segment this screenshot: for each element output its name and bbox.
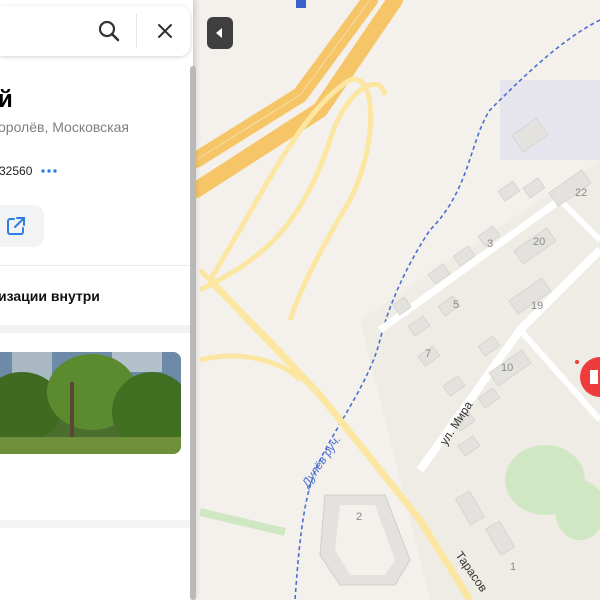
house-number: 10: [501, 362, 513, 374]
more-dots-icon: [41, 169, 57, 173]
search-icon: [98, 20, 120, 42]
search-button[interactable]: [94, 16, 124, 46]
panel-scrollbar[interactable]: [190, 66, 196, 600]
organizations-inside-link[interactable]: изации внутри: [0, 288, 100, 304]
house-number: 1: [510, 561, 516, 573]
divider: [0, 265, 193, 266]
close-button[interactable]: [150, 16, 180, 46]
external-link-icon: [7, 217, 25, 235]
triangle-left-icon: [216, 28, 222, 38]
place-address: оролёв, Московская: [0, 119, 129, 135]
house-number: 19: [531, 300, 543, 312]
house-number: 5: [453, 299, 459, 311]
house-number: 22: [575, 187, 587, 199]
place-photo[interactable]: [0, 352, 181, 454]
search-separator: [136, 14, 137, 48]
house-number: 3: [487, 238, 493, 250]
house-number: 7: [425, 348, 431, 360]
open-link-button[interactable]: [0, 205, 44, 247]
transport-stop-icon: [296, 0, 306, 8]
place-coordinates[interactable]: 32560: [0, 164, 32, 178]
section-gap: [0, 520, 193, 528]
industrial-area: [500, 80, 600, 160]
house-number: 2: [356, 511, 362, 523]
section-gap: [0, 325, 193, 333]
collapse-panel-button[interactable]: [207, 17, 233, 49]
close-icon: [158, 24, 172, 38]
house-number: 20: [533, 236, 545, 248]
more-options-button[interactable]: [38, 163, 60, 179]
place-title: й: [0, 86, 13, 113]
search-bar[interactable]: [0, 6, 190, 56]
place-card-panel: й оролёв, Московская 32560 изации внутри: [0, 0, 193, 600]
